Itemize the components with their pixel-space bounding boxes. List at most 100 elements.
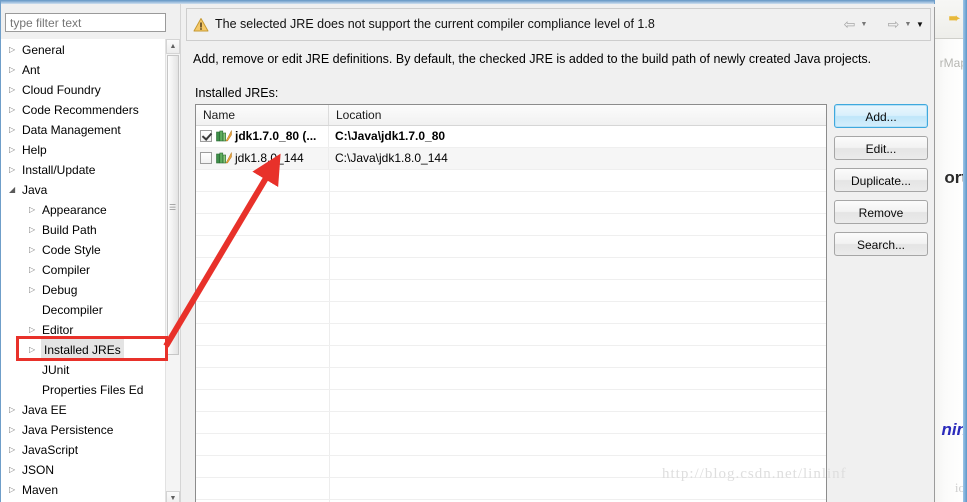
sidebar-item-properties-files-ed[interactable]: Properties Files Ed bbox=[1, 379, 166, 399]
tree-scrollbar[interactable]: ▲ ☰ ▼ bbox=[165, 39, 180, 502]
table-empty-row bbox=[196, 324, 826, 346]
triangle-right-icon[interactable]: ▷ bbox=[29, 220, 42, 240]
sidebar-item-label: Cloud Foundry bbox=[22, 82, 101, 97]
sidebar-item-label: JUnit bbox=[42, 362, 70, 377]
back-chevron-down-icon[interactable]: ▼ bbox=[858, 16, 870, 33]
scroll-up-icon[interactable]: ▲ bbox=[166, 39, 180, 54]
jre-action-buttons: Add... Edit... Duplicate... Remove Search... bbox=[834, 104, 930, 264]
triangle-right-icon[interactable]: ▷ bbox=[9, 420, 22, 440]
forward-chevron-down-icon[interactable]: ▼ bbox=[902, 16, 914, 33]
scroll-down-icon[interactable]: ▼ bbox=[166, 491, 180, 502]
back-nav-group[interactable]: ⇦ ▼ bbox=[841, 16, 870, 34]
sidebar-item-cloud-foundry[interactable]: ▷ Cloud Foundry bbox=[1, 79, 166, 99]
triangle-right-icon[interactable]: ▷ bbox=[29, 260, 42, 280]
sidebar-item-label: Appearance bbox=[42, 202, 107, 217]
search-button[interactable]: Search... bbox=[834, 232, 928, 256]
table-row[interactable]: jdk1.7.0_80 (... C:\Java\jdk1.7.0_80 bbox=[196, 126, 826, 148]
triangle-right-icon[interactable]: ▷ bbox=[9, 460, 22, 480]
sidebar-item-data-management[interactable]: ▷ Data Management bbox=[1, 119, 166, 139]
filter-input[interactable] bbox=[5, 13, 166, 32]
sidebar-item-maven[interactable]: ▷ Maven bbox=[1, 479, 166, 499]
column-header-location[interactable]: Location bbox=[329, 105, 826, 125]
preferences-tree[interactable]: ▷ General ▷ Ant ▷ Cloud Foundry ▷ Code Recommen… bbox=[1, 39, 180, 502]
sidebar-item-compiler[interactable]: ▷ Compiler bbox=[1, 259, 166, 279]
add-button[interactable]: Add... bbox=[834, 104, 928, 128]
table-row[interactable]: jdk1.8.0_144 C:\Java\jdk1.8.0_144 bbox=[196, 148, 826, 170]
sidebar-item-label: Java Persistence bbox=[22, 422, 114, 437]
warning-message: The selected JRE does not support the cu… bbox=[215, 17, 655, 31]
triangle-right-icon[interactable]: ▷ bbox=[9, 400, 22, 420]
sidebar-item-label: Ant bbox=[22, 62, 41, 77]
sidebar-item-label: Properties Files Ed bbox=[42, 382, 144, 397]
forward-nav-group[interactable]: ⇨ ▼ bbox=[885, 16, 914, 34]
warning-triangle-icon bbox=[193, 18, 209, 32]
sidebar-item-appearance[interactable]: ▷ Appearance bbox=[1, 199, 166, 219]
sidebar-item-code-recommenders[interactable]: ▷ Code Recommenders bbox=[1, 99, 166, 119]
triangle-right-icon[interactable]: ▷ bbox=[29, 240, 42, 260]
sidebar-item-debug[interactable]: ▷ Debug bbox=[1, 279, 166, 299]
sidebar-item-java-ee[interactable]: ▷ Java EE bbox=[1, 399, 166, 419]
triangle-right-icon[interactable]: ▷ bbox=[9, 100, 22, 120]
duplicate-button[interactable]: Duplicate... bbox=[834, 168, 928, 192]
edit-button[interactable]: Edit... bbox=[834, 136, 928, 160]
sidebar-item-java-persistence[interactable]: ▷ Java Persistence bbox=[1, 419, 166, 439]
sidebar-item-label: Code Recommenders bbox=[22, 102, 139, 117]
table-empty-row bbox=[196, 236, 826, 258]
warning-header: The selected JRE does not support the cu… bbox=[186, 8, 931, 41]
triangle-down-icon[interactable]: ◢ bbox=[9, 180, 22, 200]
screenshot-root: ➨ rMap ort nin io ▷General▷Ant▷Cloud Fou… bbox=[0, 0, 967, 502]
jre-name-cell[interactable]: jdk1.7.0_80 (... bbox=[196, 126, 329, 147]
table-empty-area[interactable] bbox=[196, 170, 826, 502]
triangle-right-icon[interactable]: ▷ bbox=[9, 160, 22, 180]
header-menu-group[interactable]: ▼ bbox=[914, 16, 926, 34]
triangle-right-icon[interactable]: ▷ bbox=[9, 480, 22, 500]
sidebar-item-label: JavaScript bbox=[22, 442, 79, 457]
triangle-right-icon[interactable]: ▷ bbox=[29, 280, 42, 300]
jre-checkbox[interactable] bbox=[200, 151, 212, 164]
triangle-right-icon[interactable]: ▷ bbox=[9, 440, 22, 460]
jre-name-label: jdk1.8.0_144 bbox=[235, 151, 304, 165]
back-arrow-icon[interactable]: ⇦ bbox=[841, 16, 858, 33]
triangle-right-icon[interactable]: ▷ bbox=[9, 140, 22, 160]
sidebar-item-junit[interactable]: JUnit bbox=[1, 359, 166, 379]
sidebar-item-general[interactable]: ▷ General bbox=[1, 39, 166, 59]
forward-arrow-icon[interactable]: ⇨ bbox=[885, 16, 902, 33]
column-header-name[interactable]: Name bbox=[196, 105, 329, 125]
chevron-down-icon[interactable]: ▼ bbox=[914, 16, 926, 33]
table-header-row: Name Location bbox=[196, 105, 826, 126]
sidebar-item-decompiler[interactable]: Decompiler bbox=[1, 299, 166, 319]
sidebar-item-label: Debug bbox=[42, 282, 78, 297]
installed-jres-table[interactable]: Name Location jdk1.7.0_80 (... C:\Java\jd… bbox=[195, 104, 827, 502]
scrollbar-grip-icon: ☰ bbox=[169, 203, 177, 212]
yellow-pointer-icon[interactable]: ➨ bbox=[948, 11, 961, 26]
sidebar-item-build-path[interactable]: ▷ Build Path bbox=[1, 219, 166, 239]
sidebar-item-install-update[interactable]: ▷ Install/Update bbox=[1, 159, 166, 179]
sidebar-item-javascript[interactable]: ▷ JavaScript bbox=[1, 439, 166, 459]
triangle-right-icon[interactable]: ▷ bbox=[9, 60, 22, 80]
preferences-dialog: ▷General▷Ant▷Cloud Foundry▷Code Recommen… bbox=[0, 0, 935, 502]
remove-button[interactable]: Remove bbox=[834, 200, 928, 224]
watermark-text: http://blog.csdn.net/linlinf bbox=[662, 466, 847, 482]
preferences-right-pane: The selected JRE does not support the cu… bbox=[184, 4, 935, 502]
sidebar-item-ant[interactable]: ▷ Ant bbox=[1, 59, 166, 79]
sidebar-item-label: Data Management bbox=[22, 122, 121, 137]
sidebar-item-label: General bbox=[22, 42, 65, 57]
triangle-right-icon[interactable]: ▷ bbox=[9, 120, 22, 140]
jre-name-cell[interactable]: jdk1.8.0_144 bbox=[196, 148, 329, 169]
preferences-left-pane: ▷General▷Ant▷Cloud Foundry▷Code Recommen… bbox=[1, 4, 180, 502]
table-empty-row bbox=[196, 368, 826, 390]
table-empty-row bbox=[196, 412, 826, 434]
triangle-right-icon[interactable]: ▷ bbox=[29, 200, 42, 220]
sidebar-item-java[interactable]: ◢ Java bbox=[1, 179, 166, 199]
sidebar-item-code-style[interactable]: ▷ Code Style bbox=[1, 239, 166, 259]
sidebar-item-label: Maven bbox=[22, 482, 59, 497]
jre-checkbox[interactable] bbox=[200, 129, 212, 142]
triangle-right-icon[interactable]: ▷ bbox=[9, 80, 22, 100]
annotation-highlight-box bbox=[16, 336, 168, 361]
triangle-right-icon[interactable]: ▷ bbox=[9, 40, 22, 60]
sidebar-item-label: Install/Update bbox=[22, 162, 96, 177]
sidebar-item-label: Compiler bbox=[42, 262, 91, 277]
table-empty-row bbox=[196, 280, 826, 302]
sidebar-item-json[interactable]: ▷ JSON bbox=[1, 459, 166, 479]
sidebar-item-help[interactable]: ▷ Help bbox=[1, 139, 166, 159]
